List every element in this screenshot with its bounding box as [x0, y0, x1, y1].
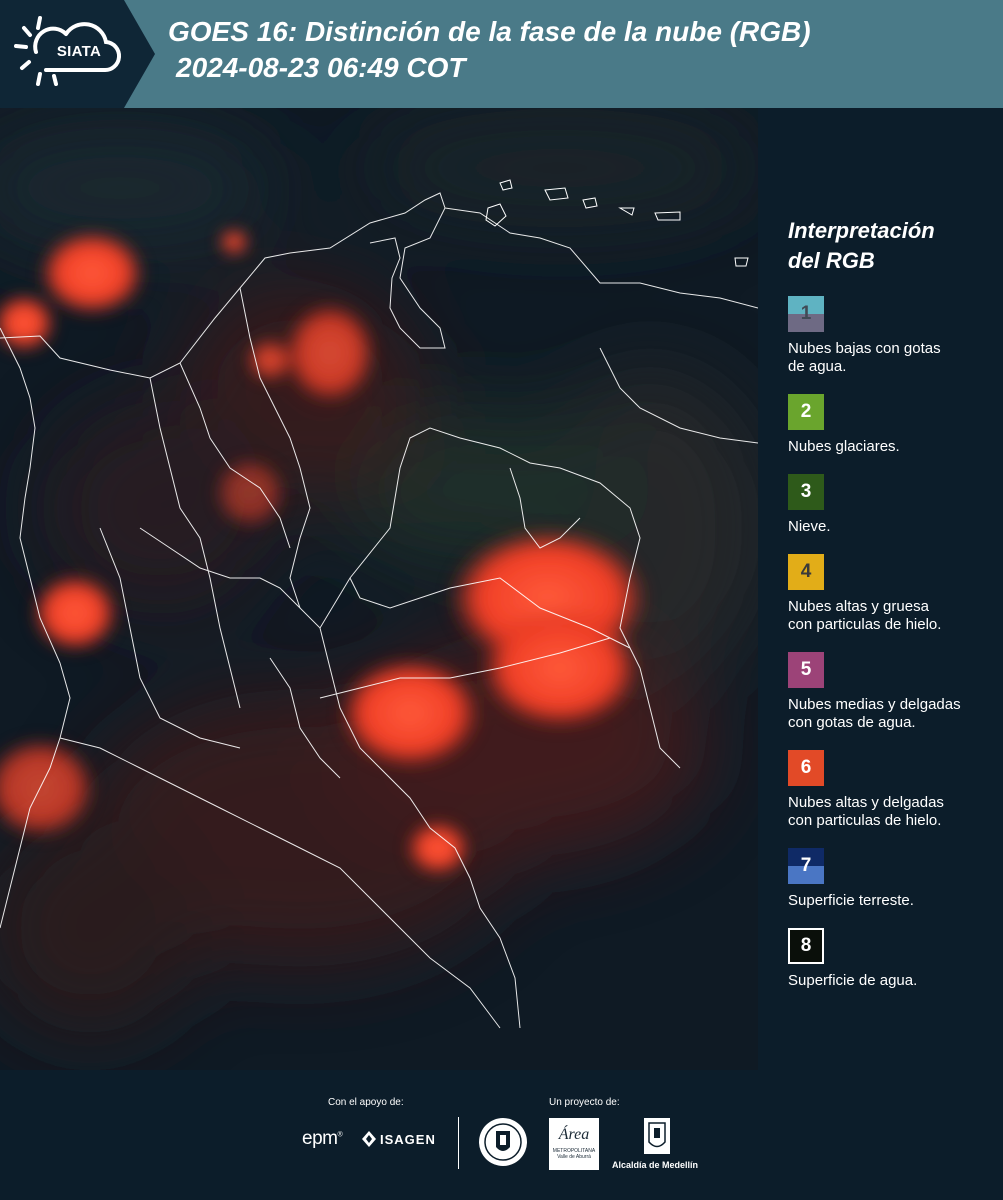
legend-swatch-number: 8: [800, 935, 812, 956]
area-logo-sub-2: Valle de Aburrá: [557, 1154, 591, 1160]
title-line-2: 2024-08-23 06:49 COT: [176, 52, 466, 83]
legend-label-line-1: Nubes altas y gruesa: [788, 598, 929, 615]
legend-item: 1 Nubes bajas con gotas de agua.: [788, 296, 988, 376]
legend-swatch: 7: [788, 848, 824, 884]
isagen-icon: [362, 1131, 376, 1147]
isagen-logo: ISAGEN: [362, 1131, 436, 1147]
legend-label-line-1: Nubes bajas con gotas: [788, 340, 941, 357]
footer: Con el apoyo de: Un proyecto de: epm® IS…: [0, 1070, 1003, 1200]
legend-swatch-number: 7: [800, 855, 812, 876]
epm-logo: epm®: [302, 1128, 343, 1149]
legend-swatch-number: 4: [800, 561, 812, 582]
legend-label-line-1: Nieve.: [788, 518, 831, 535]
legend-label: Superficie terreste.: [788, 892, 988, 910]
legend-swatch: 1: [788, 296, 824, 332]
legend-label-line-1: Nubes altas y delgadas: [788, 794, 944, 811]
legend-swatch-number: 2: [800, 401, 812, 422]
area-metropolitana-logo: Área METROPOLITANA Valle de Aburrá: [549, 1118, 599, 1170]
legend-items: 1 Nubes bajas con gotas de agua. 2 Nubes gla…: [788, 296, 988, 990]
area-logo-title: Área: [558, 1126, 590, 1143]
legend-swatch-number: 3: [800, 481, 812, 502]
legend-swatch-number: 5: [800, 659, 812, 680]
legend-label-line-1: Nubes medias y delgadas: [788, 696, 961, 713]
legend-swatch-number: 1: [800, 303, 812, 324]
legend-label-line-2: de agua.: [788, 358, 847, 375]
legend-label-line-2: con particulas de hielo.: [788, 616, 942, 633]
legend-label-line-2: con particulas de hielo.: [788, 812, 942, 829]
legend-label: Nubes altas y delgadas con particulas de …: [788, 794, 988, 830]
project-label: Un proyecto de:: [549, 1097, 620, 1108]
page-title: GOES 16: Distinción de la fase de la nub…: [168, 14, 811, 86]
legend-swatch: 4: [788, 554, 824, 590]
legend-label: Nubes glaciares.: [788, 438, 988, 456]
legend-label-line-1: Nubes glaciares.: [788, 438, 900, 455]
legend-item: 7 Superficie terreste.: [788, 848, 988, 910]
legend-label-line-2: con gotas de agua.: [788, 714, 916, 731]
legend-title-line-1: Interpretación: [788, 218, 935, 243]
header: SIATA GOES 16: Distinción de la fase de …: [0, 0, 1003, 108]
legend-label: Nubes bajas con gotas de agua.: [788, 340, 988, 376]
alcaldia-label: Alcaldía de Medellín: [612, 1160, 699, 1170]
siata-logo: SIATA: [0, 0, 155, 108]
legend-swatch: 6: [788, 750, 824, 786]
legend-label: Nubes altas y gruesa con particulas de hi…: [788, 598, 988, 634]
university-seal-icon: [479, 1118, 527, 1166]
legend-label-line-1: Superficie de agua.: [788, 972, 918, 989]
legend-swatch: 3: [788, 474, 824, 510]
legend-swatch: 5: [788, 652, 824, 688]
legend-swatch: 8: [788, 928, 824, 964]
legend-swatch: 2: [788, 394, 824, 430]
footer-divider: [458, 1117, 459, 1169]
legend-item: 5 Nubes medias y delgadas con gotas de agu…: [788, 652, 988, 732]
logo-text: SIATA: [56, 43, 102, 60]
legend-title-line-2: del RGB: [788, 248, 875, 273]
epm-logo-text: epm: [302, 1128, 338, 1149]
legend-swatch-number: 6: [800, 757, 812, 778]
legend-label: Superficie de agua.: [788, 972, 988, 990]
legend-item: 6 Nubes altas y delgadas con particulas de…: [788, 750, 988, 830]
area-logo-subtitle: METROPOLITANA Valle de Aburrá: [549, 1148, 599, 1160]
legend-item: 4 Nubes altas y gruesa con particulas de h…: [788, 554, 988, 634]
legend-item: 3 Nieve.: [788, 474, 988, 536]
legend: Interpretación del RGB 1 Nubes bajas con …: [788, 216, 988, 1008]
legend-item: 8 Superficie de agua.: [788, 928, 988, 990]
isagen-logo-text: ISAGEN: [380, 1131, 436, 1147]
medellin-shield-icon: [644, 1118, 670, 1154]
legend-label: Nieve.: [788, 518, 988, 536]
legend-title: Interpretación del RGB: [788, 216, 988, 276]
title-line-1: GOES 16: Distinción de la fase de la nub…: [168, 16, 811, 47]
legend-label: Nubes medias y delgadas con gotas de agua…: [788, 696, 988, 732]
satellite-image: [0, 108, 758, 1070]
legend-label-line-1: Superficie terreste.: [788, 892, 914, 909]
satellite-map: [0, 108, 758, 1070]
support-label: Con el apoyo de:: [328, 1097, 404, 1108]
legend-item: 2 Nubes glaciares.: [788, 394, 988, 456]
